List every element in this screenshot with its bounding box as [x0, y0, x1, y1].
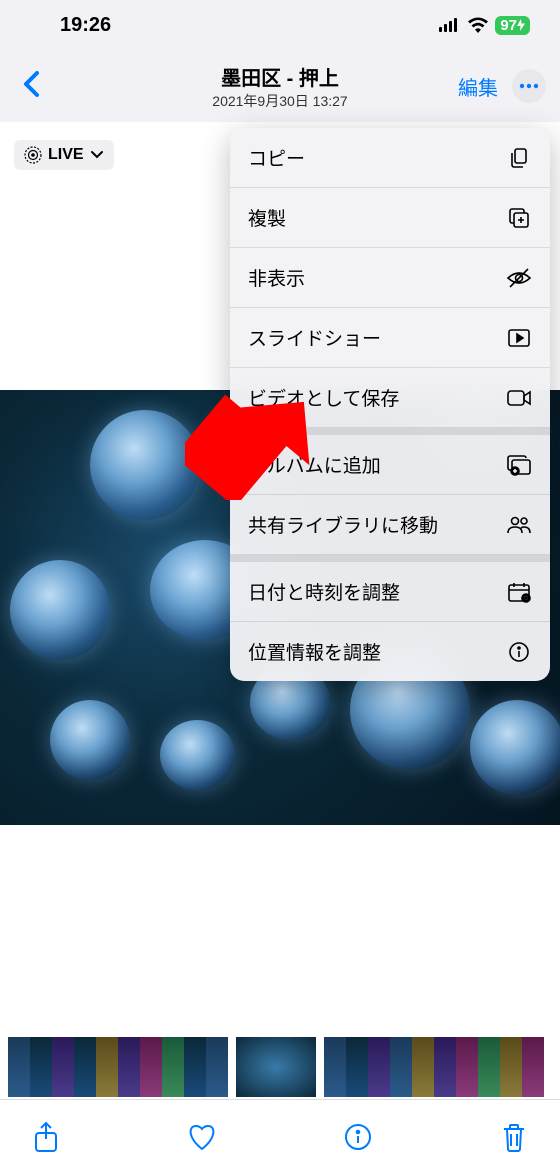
menu-copy-label: コピー: [248, 144, 305, 171]
menu-slideshow-label: スライドショー: [248, 324, 381, 351]
menu-adjust-location-label: 位置情報を調整: [248, 638, 381, 665]
edit-button[interactable]: 編集: [458, 72, 498, 101]
info-circle-icon: [344, 1123, 372, 1151]
delete-button[interactable]: [498, 1121, 530, 1153]
menu-hide[interactable]: 非表示: [230, 248, 550, 308]
menu-adjust-date[interactable]: 日付と時刻を調整: [230, 555, 550, 622]
menu-duplicate-label: 複製: [248, 204, 286, 231]
hide-icon: [506, 265, 532, 291]
signal-icon: [439, 18, 461, 32]
menu-hide-label: 非表示: [248, 264, 305, 291]
menu-duplicate[interactable]: 複製: [230, 188, 550, 248]
wifi-icon: [467, 17, 489, 33]
menu-adjust-location[interactable]: 位置情報を調整: [230, 622, 550, 681]
copy-icon: [506, 145, 532, 171]
location-title: 墨田区 - 押上: [212, 62, 347, 91]
status-time: 19:26: [60, 14, 111, 37]
bottom-toolbar: [0, 1099, 560, 1173]
live-badge[interactable]: LIVE: [14, 140, 114, 170]
people-icon: [506, 512, 532, 538]
menu-slideshow[interactable]: スライドショー: [230, 308, 550, 368]
annotation-arrow: [185, 370, 315, 500]
favorite-button[interactable]: [186, 1121, 218, 1153]
battery-badge: 97: [495, 16, 530, 35]
back-button[interactable]: [14, 66, 48, 107]
share-icon: [33, 1121, 59, 1153]
video-icon: [506, 385, 532, 411]
thumbnail-strip[interactable]: [0, 1034, 560, 1099]
ellipsis-icon: [519, 83, 539, 89]
share-button[interactable]: [30, 1121, 62, 1153]
duplicate-icon: [506, 205, 532, 231]
live-icon: [24, 146, 42, 164]
menu-adjust-date-label: 日付と時刻を調整: [248, 578, 400, 605]
live-label: LIVE: [48, 146, 84, 164]
info-icon: [506, 639, 532, 665]
status-bar: 19:26 97: [0, 0, 560, 50]
info-button[interactable]: [342, 1121, 374, 1153]
nav-title: 墨田区 - 押上 2021年9月30日 13:27: [212, 62, 347, 111]
thumb-current[interactable]: [236, 1037, 316, 1097]
nav-bar: 墨田区 - 押上 2021年9月30日 13:27 編集: [0, 50, 560, 122]
chevron-down-icon: [90, 150, 104, 160]
more-button[interactable]: [512, 69, 546, 103]
slideshow-icon: [506, 325, 532, 351]
menu-copy[interactable]: コピー: [230, 128, 550, 188]
thumb-group-left[interactable]: [8, 1037, 228, 1097]
calendar-icon: [506, 579, 532, 605]
status-icons: 97: [439, 16, 530, 35]
menu-move-shared[interactable]: 共有ライブラリに移動: [230, 495, 550, 555]
menu-move-shared-label: 共有ライブラリに移動: [248, 511, 438, 538]
date-subtitle: 2021年9月30日 13:27: [212, 91, 347, 111]
album-add-icon: [506, 452, 532, 478]
heart-icon: [186, 1123, 218, 1151]
thumb-group-right[interactable]: [324, 1037, 544, 1097]
trash-icon: [501, 1122, 527, 1152]
